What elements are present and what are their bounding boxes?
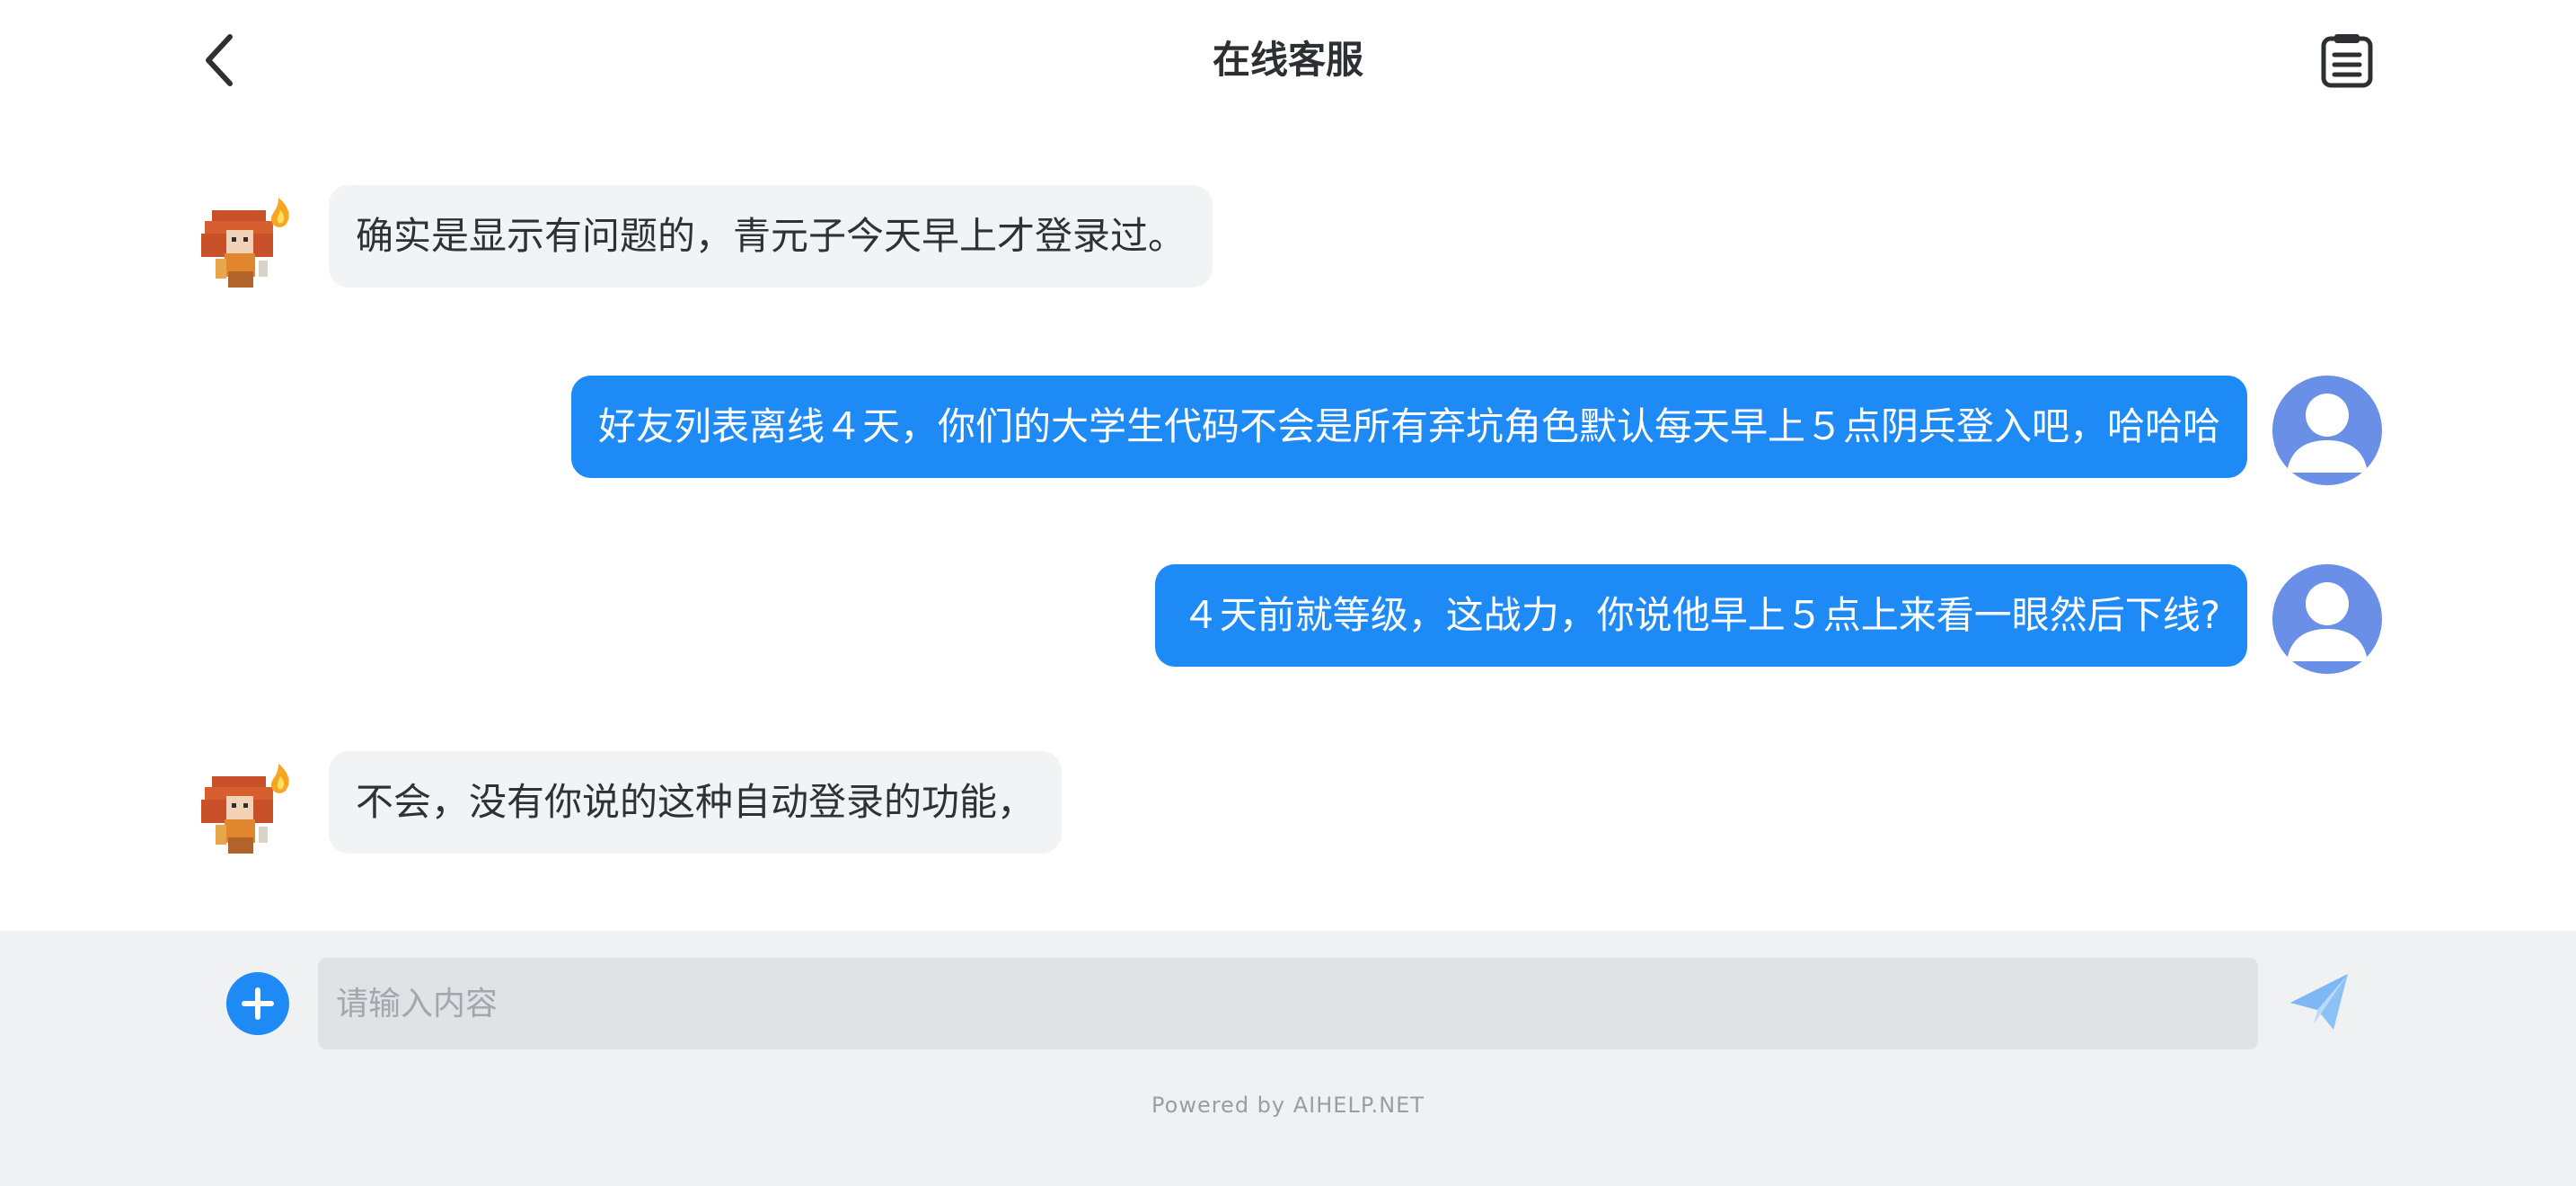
chevron-left-icon <box>206 34 233 86</box>
powered-by-text: Powered by AIHELP.NET <box>1151 1093 1425 1118</box>
header-bar: 在线客服 <box>0 0 2576 120</box>
add-attachment-button[interactable] <box>226 972 289 1035</box>
ticket-button[interactable] <box>2314 27 2380 93</box>
message-bubble-user: ４天前就等级，这战力，你说他早上５点上来看一眼然后下线? <box>1154 564 2247 667</box>
message-bubble-user: 好友列表离线４天，你们的大学生代码不会是所有弃坑角色默认每天早上５点阴兵登入吧，… <box>570 376 2247 478</box>
user-icon <box>2287 582 2368 661</box>
message-bubble-agent: 不会，没有你说的这种自动登录的功能， <box>329 751 1063 854</box>
agent-avatar <box>201 764 289 854</box>
chat-page: 在线客服 确实是显示有问题的，青元子今天早上才登录过。 好友列表离线４天，你们的… <box>0 0 2576 1186</box>
message-input[interactable] <box>318 958 2258 1049</box>
clipboard-list-icon <box>2321 34 2373 88</box>
user-avatar <box>2272 376 2382 485</box>
agent-avatar <box>201 198 289 288</box>
page-title: 在线客服 <box>1212 38 1363 82</box>
send-button[interactable] <box>2287 969 2351 1037</box>
user-icon <box>2287 394 2368 473</box>
paper-plane-icon <box>2290 974 2348 1030</box>
message-bubble-agent: 确实是显示有问题的，青元子今天早上才登录过。 <box>329 185 1213 288</box>
back-button[interactable] <box>192 29 246 92</box>
user-avatar <box>2272 564 2382 674</box>
